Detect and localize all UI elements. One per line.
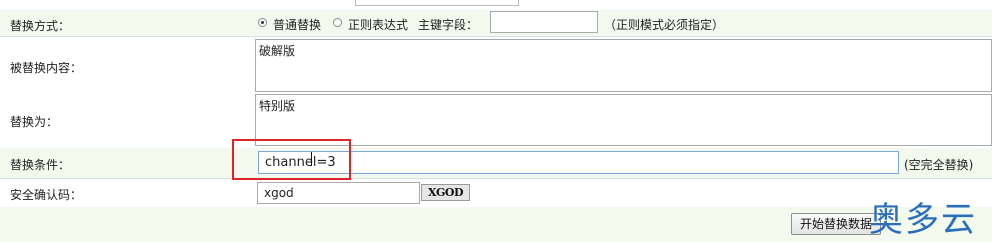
condition-hint: (空完全替换): [904, 158, 974, 172]
watermark-logo: 奥多云: [869, 200, 977, 240]
replace-with-label: 替换为：: [10, 115, 59, 129]
replaced-content-textarea[interactable]: 破解版: [255, 39, 992, 92]
condition-input[interactable]: [258, 151, 899, 174]
radio-unchecked-icon[interactable]: [333, 18, 342, 27]
option-regex-label[interactable]: 正则表达式: [348, 16, 408, 33]
regex-hint: （正则模式必须指定）: [604, 18, 725, 32]
primary-key-input[interactable]: [490, 11, 598, 33]
row-captcha: 安全确认码：: [0, 180, 992, 207]
captcha-input[interactable]: [257, 182, 420, 204]
row-replace-with: 替换为： 特别版: [0, 92, 992, 147]
radio-checked-icon[interactable]: [258, 18, 267, 27]
replace-mode-label: 替换方式：: [10, 19, 71, 33]
row-condition: 替换条件： (空完全替换): [0, 148, 992, 178]
row-replace-mode: 替换方式： 普通替换 正则表达式 主键字段： （正则模式必须指定）: [0, 10, 992, 36]
row-divider: [0, 178, 992, 179]
row-replaced-content: 被替换内容： 破解版: [0, 37, 992, 92]
condition-label: 替换条件：: [10, 158, 71, 172]
start-replace-button[interactable]: 开始替换数据: [791, 213, 881, 235]
primary-key-label: 主键字段：: [418, 18, 479, 32]
text-caret-icon: [311, 152, 312, 166]
captcha-label: 安全确认码：: [10, 188, 83, 202]
replace-with-textarea[interactable]: 特别版: [255, 94, 992, 146]
captcha-image[interactable]: XGOD: [421, 184, 470, 201]
option-normal-label[interactable]: 普通替换: [273, 16, 321, 33]
previous-field-stub: [355, 0, 519, 6]
replaced-content-label: 被替换内容：: [10, 61, 83, 75]
